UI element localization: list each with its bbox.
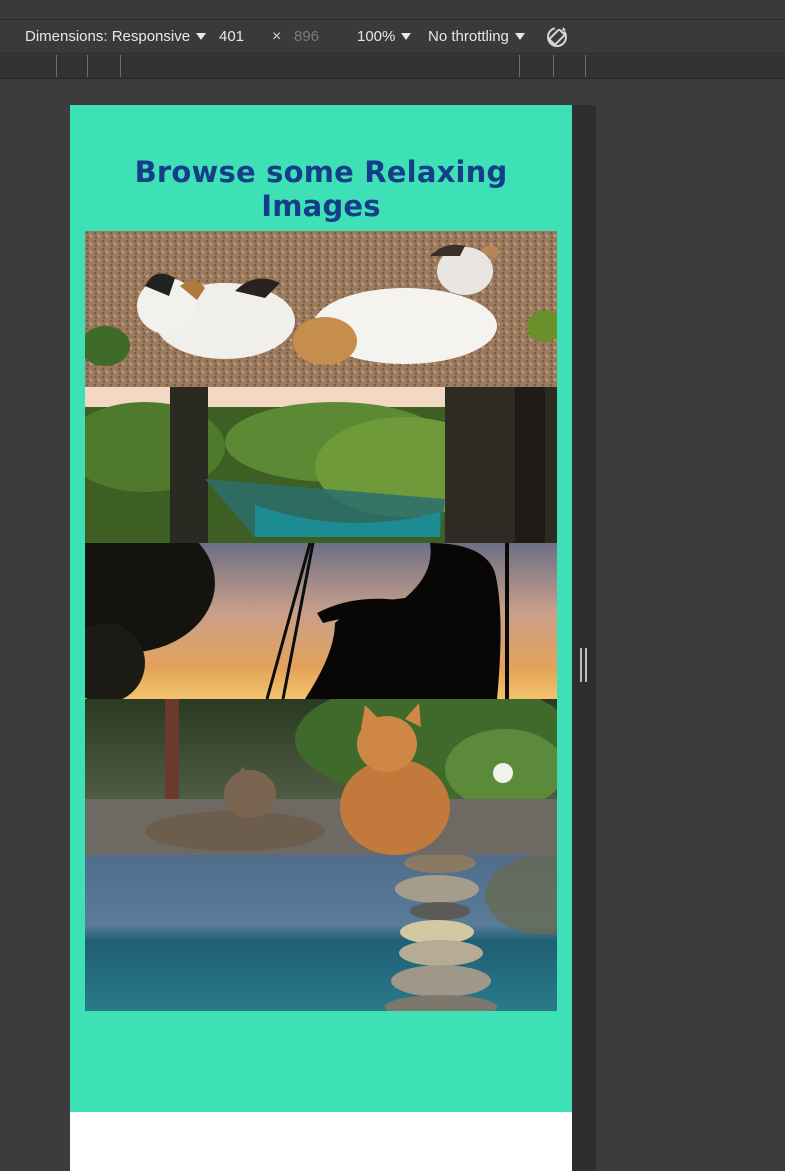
caret-down-icon <box>401 33 412 40</box>
dimensions-dropdown[interactable]: Dimensions: Responsive <box>25 28 207 45</box>
gallery-image-sunset-swing[interactable] <box>85 543 557 699</box>
gallery-image-hammock[interactable] <box>85 387 557 543</box>
throttling-dropdown[interactable]: No throttling <box>428 28 525 45</box>
zoom-dropdown[interactable]: 100% <box>357 28 412 45</box>
height-input[interactable]: 896 <box>294 28 319 45</box>
device-toolbar: Dimensions: Responsive 401 × 896 100% No… <box>0 20 785 54</box>
gallery-image-kittens[interactable] <box>85 231 557 387</box>
throttling-label: No throttling <box>428 28 509 45</box>
image-gallery <box>85 231 557 1011</box>
device-viewport: Browse some Relaxing Images <box>70 105 572 1171</box>
resize-handle-icon[interactable] <box>580 648 587 682</box>
caret-down-icon <box>514 33 525 40</box>
page-container: Browse some Relaxing Images <box>70 105 572 1112</box>
rotate-icon[interactable] <box>545 25 569 49</box>
media-query-ruler <box>0 55 785 79</box>
zoom-label: 100% <box>357 28 396 45</box>
dimensions-label: Dimensions: Responsive <box>25 28 191 45</box>
devtools-top-bar <box>0 0 785 20</box>
resize-gutter <box>572 105 596 1171</box>
width-input[interactable]: 401 <box>219 28 244 45</box>
dimension-separator: × <box>272 28 282 45</box>
page-title: Browse some Relaxing Images <box>134 155 508 223</box>
gallery-image-stones[interactable] <box>85 855 557 1011</box>
caret-down-icon <box>196 33 207 40</box>
gallery-image-two-cats[interactable] <box>85 699 557 855</box>
